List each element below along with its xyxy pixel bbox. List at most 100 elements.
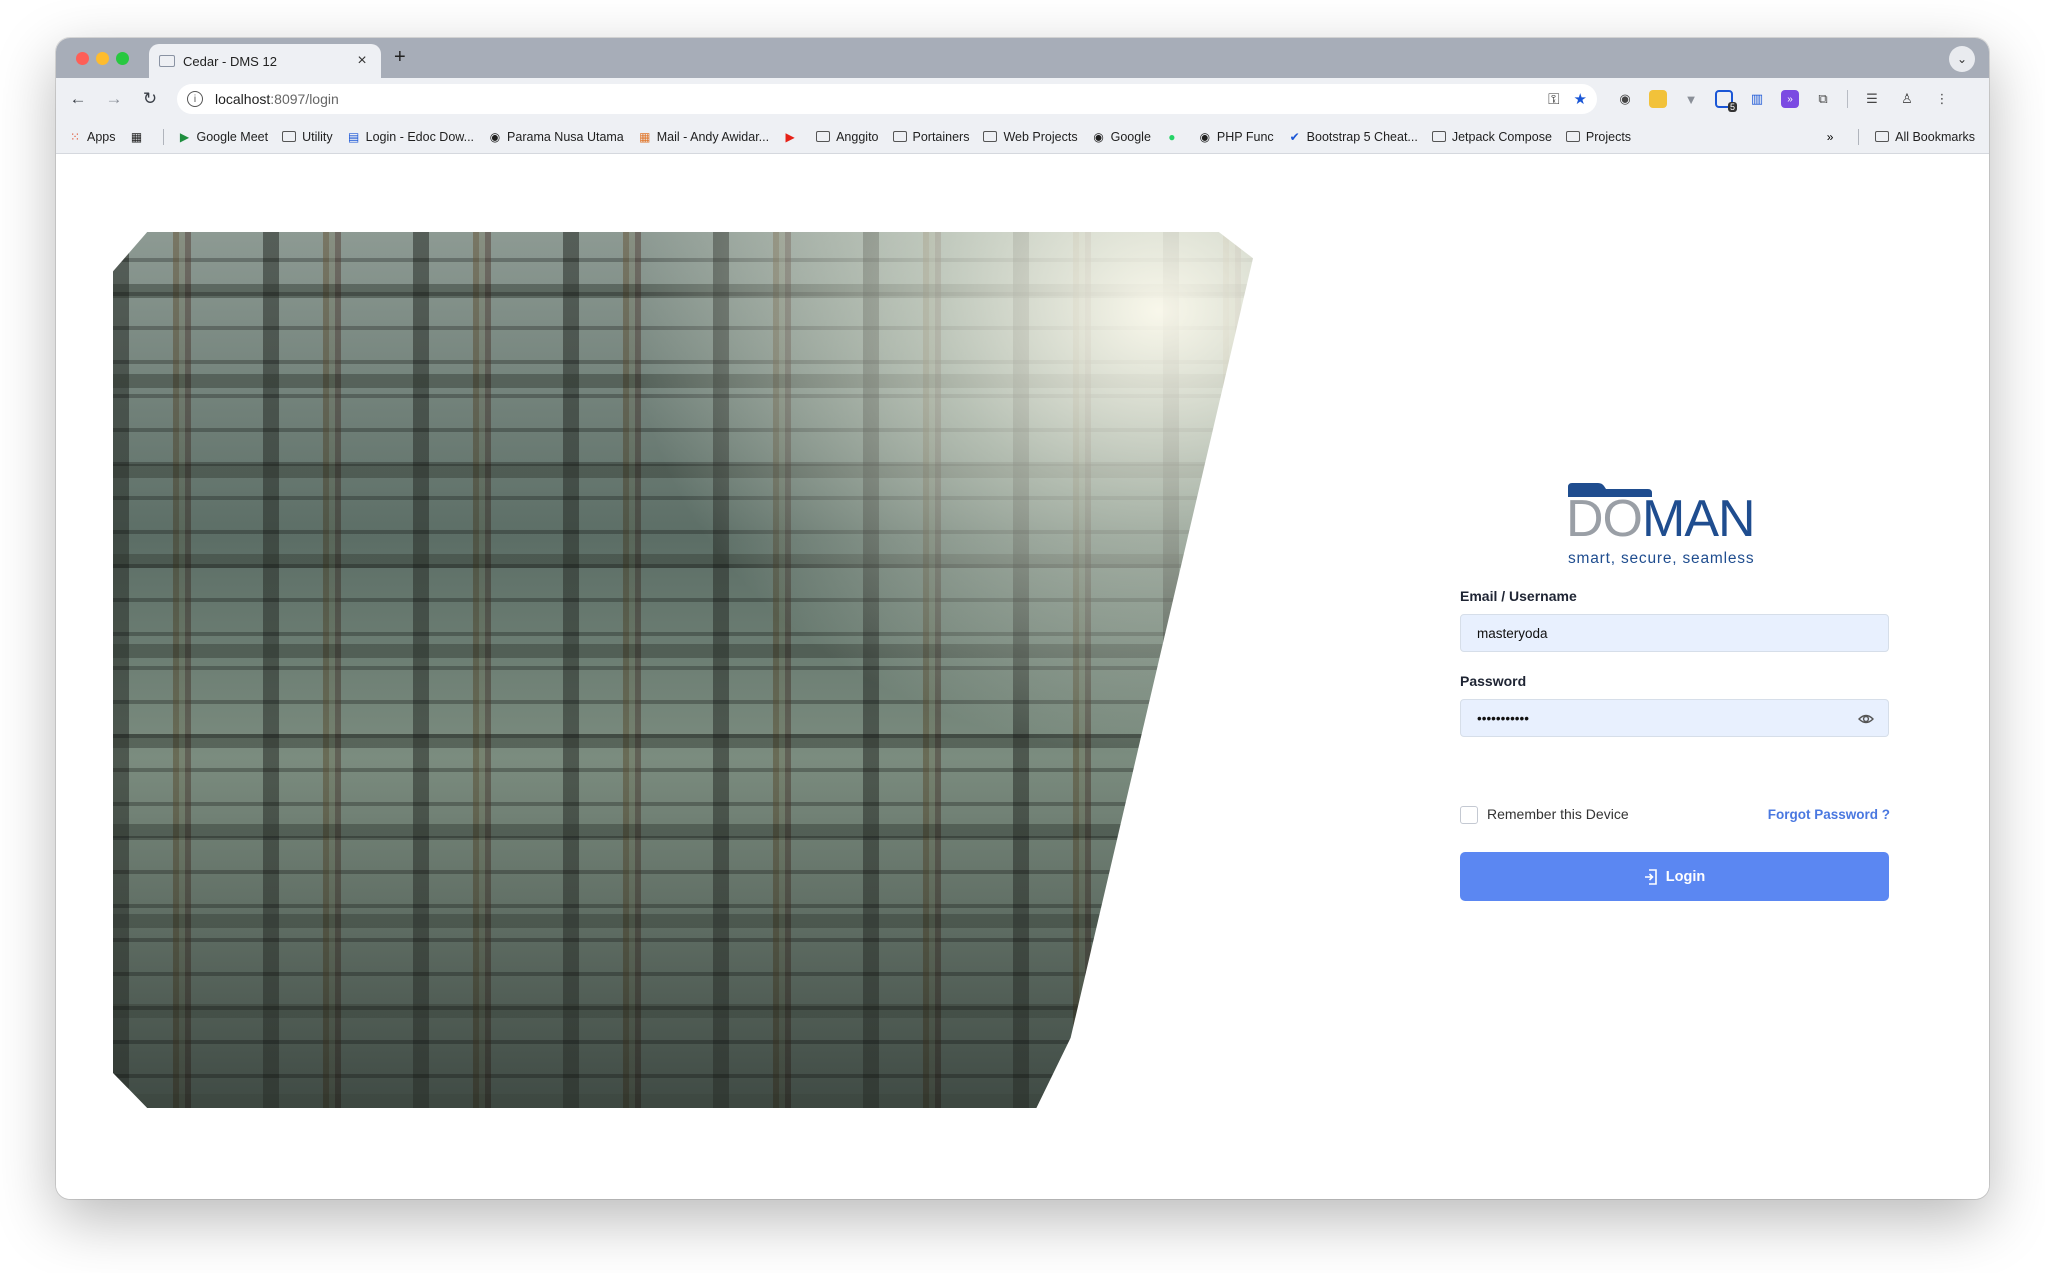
remember-device-label[interactable]: Remember this Device: [1487, 806, 1629, 822]
tab-search-chevron-icon[interactable]: ⌄: [1949, 46, 1975, 72]
globe-icon: ◉: [1093, 129, 1104, 144]
url-host: localhost: [215, 91, 271, 107]
folder-icon: [892, 131, 907, 142]
library-hero-image: [113, 232, 1253, 1108]
folder-icon: [816, 131, 831, 142]
password-value: •••••••••••: [1477, 710, 1529, 726]
remember-device-checkbox[interactable]: [1460, 806, 1478, 824]
bookmark-google-meet[interactable]: ▶ Google Meet: [178, 129, 269, 144]
doman-logo: DOMAN smart, secure, seamless: [1566, 481, 1786, 573]
bookmark-google[interactable]: ◉ Google: [1092, 130, 1151, 144]
bookmark-label: Google Meet: [196, 129, 269, 144]
bookmark-label: Mail - Andy Awidar...: [656, 129, 770, 144]
bookmark-edoc[interactable]: ▤ Login - Edoc Dow...: [347, 130, 474, 144]
devtools-extension-icon[interactable]: »: [1781, 90, 1799, 108]
bookmark-web-projects[interactable]: Web Projects: [983, 129, 1078, 144]
new-tab-button[interactable]: +: [394, 46, 406, 69]
show-password-eye-icon[interactable]: [1858, 711, 1874, 727]
logo-tagline: smart, secure, seamless: [1568, 550, 1755, 567]
youtube-icon: ▶: [785, 129, 795, 144]
bookmark-utility[interactable]: Utility: [282, 130, 333, 144]
bookmark-apps[interactable]: ⁙ Apps: [68, 130, 116, 144]
password-label: Password: [1460, 673, 1527, 689]
bookmark-label: Jetpack Compose: [1451, 129, 1552, 144]
logo-man: MAN: [1642, 490, 1756, 548]
toolbar-separator: [1847, 90, 1848, 108]
more-bookmarks-chevron-icon[interactable]: »: [1823, 130, 1837, 144]
bookmark-label: Parama Nusa Utama: [507, 129, 624, 144]
browser-window: Cedar - DMS 12 × + ⌄ ← → ↻ i localhost:8…: [56, 38, 1989, 1199]
bookmark-mail[interactable]: ▦ Mail - Andy Awidar...: [638, 130, 769, 144]
tab-close-icon[interactable]: ×: [353, 52, 371, 70]
bookmark-bootstrap[interactable]: ✔ Bootstrap 5 Cheat...: [1288, 130, 1418, 144]
bookmark-whatsapp[interactable]: ●: [1165, 130, 1184, 144]
minimize-window-button[interactable]: [96, 52, 109, 65]
close-window-button[interactable]: [76, 52, 89, 65]
bookmark-label: Anggito: [836, 129, 879, 144]
folder-icon: [1565, 131, 1580, 142]
forgot-password-link[interactable]: Forgot Password ?: [1768, 807, 1890, 822]
extensions-row: ◉ ▼ 5 ▥ » ⧉ ☰ ♙ ⋮: [1614, 88, 1953, 112]
bookmark-jetpack[interactable]: Jetpack Compose: [1431, 129, 1552, 144]
hero-skylight-layer: [626, 232, 1253, 758]
forward-arrow-icon[interactable]: →: [100, 85, 128, 113]
bookmark-anggito[interactable]: Anggito: [816, 129, 879, 144]
whatsapp-icon: ●: [1168, 129, 1176, 144]
maximize-window-button[interactable]: [116, 52, 129, 65]
globe-icon: ◉: [1199, 129, 1211, 144]
email-field[interactable]: masteryoda: [1460, 614, 1889, 652]
bookmark-separator: [162, 128, 164, 145]
microsoft-icon: ▦: [639, 129, 651, 144]
check-icon: ✔: [1289, 129, 1300, 144]
email-label: Email / Username: [1460, 588, 1577, 604]
extensions-puzzle-icon[interactable]: ⧉: [1812, 88, 1834, 110]
screenshot-extension-icon[interactable]: ◉: [1614, 88, 1636, 110]
password-field[interactable]: •••••••••••: [1460, 699, 1889, 737]
bookmark-label: Projects: [1585, 129, 1632, 144]
globe-icon: ◉: [489, 129, 501, 144]
site-info-icon[interactable]: i: [187, 91, 203, 107]
bookmark-php-func[interactable]: ◉ PHP Func: [1198, 130, 1274, 144]
back-arrow-icon[interactable]: ←: [64, 85, 92, 113]
desktop: Cedar - DMS 12 × + ⌄ ← → ↻ i localhost:8…: [0, 0, 2045, 1273]
sticky-notes-extension-icon[interactable]: [1649, 90, 1667, 108]
bookmark-parama[interactable]: ◉ Parama Nusa Utama: [488, 130, 624, 144]
browser-toolbar: ← → ↻ i localhost:8097/login ⚿ ★ ◉ ▼ 5 ▥…: [56, 78, 1989, 120]
bookmark-label: Bootstrap 5 Cheat...: [1306, 129, 1418, 144]
bookmark-all-bookmarks[interactable]: All Bookmarks: [1875, 130, 1975, 144]
folder-icon: [282, 131, 297, 142]
tab-active[interactable]: Cedar - DMS 12 ×: [149, 44, 381, 78]
profile-avatar-icon[interactable]: ♙: [1896, 88, 1918, 110]
reload-icon[interactable]: ↻: [136, 85, 164, 113]
login-button[interactable]: Login: [1460, 852, 1889, 901]
vue-devtools-extension-icon[interactable]: ▼: [1680, 88, 1702, 110]
login-button-label: Login: [1665, 868, 1706, 885]
reading-list-icon[interactable]: ☰: [1861, 88, 1883, 110]
tab-title: Cedar - DMS 12: [183, 53, 277, 69]
bookmarks-bar: ⁙ Apps ▦ ▶ Google Meet Utility ▤ Login -…: [56, 120, 1989, 154]
bookmark-star-icon[interactable]: ★: [1574, 90, 1587, 108]
tab-manager-extension-icon[interactable]: 5: [1715, 90, 1737, 112]
bookmark-projects[interactable]: Projects: [1565, 129, 1632, 144]
bookmark-portainers[interactable]: Portainers: [892, 129, 970, 144]
folder-icon: [1875, 131, 1890, 142]
login-arrow-icon: [1644, 868, 1657, 885]
login-page: DOMAN smart, secure, seamless Email / Us…: [56, 155, 1989, 1199]
folder-icon: [983, 131, 998, 142]
bookmark-youtube[interactable]: ▶: [783, 130, 802, 144]
password-key-icon[interactable]: ⚿: [1548, 91, 1559, 108]
google-meet-icon: ▶: [179, 129, 190, 144]
email-value: masteryoda: [1477, 625, 1548, 641]
address-bar[interactable]: i localhost:8097/login ⚿ ★: [177, 84, 1597, 114]
bookmark-label: Login - Edoc Dow...: [365, 129, 475, 144]
reader-extension-icon[interactable]: ▥: [1746, 88, 1768, 110]
bookmark-label: Portainers: [912, 129, 970, 144]
extension-badge: 5: [1727, 102, 1737, 112]
bookmark-label: All Bookmarks: [1895, 129, 1975, 144]
bookmark-separator: [1858, 128, 1860, 145]
bookmark-label: Web Projects: [1003, 129, 1078, 144]
logo-wordmark: DOMAN: [1566, 490, 1756, 548]
menu-kebab-icon[interactable]: ⋮: [1931, 88, 1953, 110]
bookmark-tab-groups[interactable]: ▦: [130, 130, 149, 144]
tab-strip: Cedar - DMS 12 × + ⌄: [56, 38, 1989, 78]
